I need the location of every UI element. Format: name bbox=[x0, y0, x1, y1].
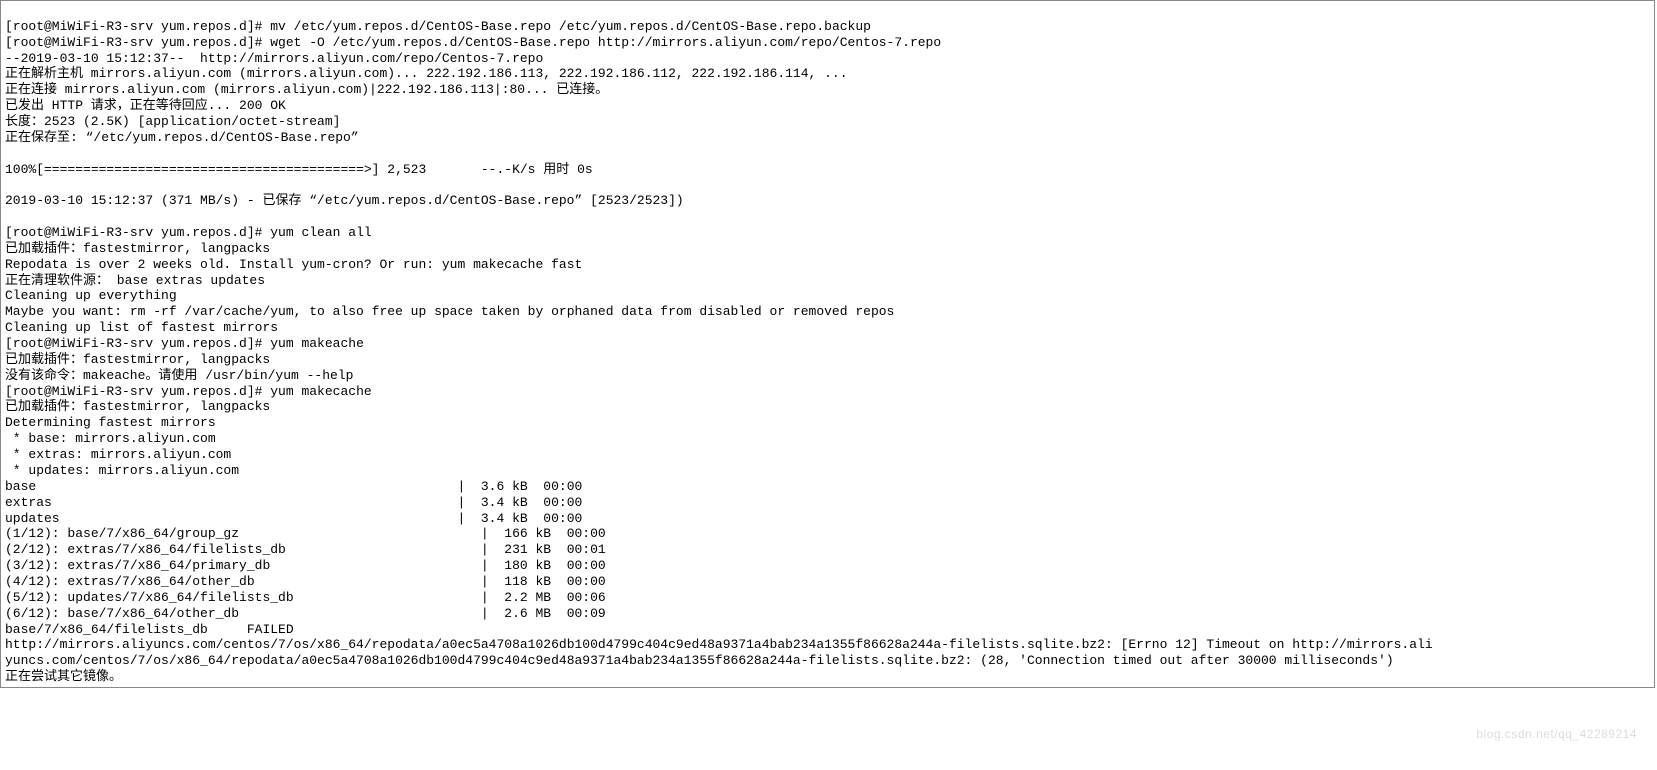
wget-output-line: 已发出 HTTP 请求，正在等待回应... 200 OK bbox=[5, 98, 286, 113]
wget-output-line: 正在连接 mirrors.aliyun.com (mirrors.aliyun.… bbox=[5, 82, 608, 97]
clean-output-line: Maybe you want: rm -rf /var/cache/yum, t… bbox=[5, 304, 894, 319]
watermark: blog.csdn.net/qq_42289214 bbox=[1476, 727, 1637, 742]
fail-line: base/7/x86_64/filelists_db FAILED bbox=[5, 622, 294, 637]
wget-progress: 100%[===================================… bbox=[5, 162, 593, 177]
prompt: [root@MiWiFi-R3-srv yum.repos.d]# bbox=[5, 19, 270, 34]
makeache-output-line: 已加载插件：fastestmirror, langpacks bbox=[5, 352, 270, 367]
prompt: [root@MiWiFi-R3-srv yum.repos.d]# bbox=[5, 384, 270, 399]
command-wget: wget -O /etc/yum.repos.d/CentOS-Base.rep… bbox=[270, 35, 941, 50]
clean-output-line: Repodata is over 2 weeks old. Install yu… bbox=[5, 257, 582, 272]
makecache-output-line: * extras: mirrors.aliyun.com bbox=[5, 447, 231, 462]
prompt: [root@MiWiFi-R3-srv yum.repos.d]# bbox=[5, 35, 270, 50]
makecache-output-line: Determining fastest mirrors bbox=[5, 415, 216, 430]
prompt: [root@MiWiFi-R3-srv yum.repos.d]# bbox=[5, 336, 270, 351]
fail-line: 正在尝试其它镜像。 bbox=[5, 669, 122, 684]
terminal[interactable]: [root@MiWiFi-R3-srv yum.repos.d]# mv /et… bbox=[0, 0, 1655, 688]
makecache-output-line: * updates: mirrors.aliyun.com bbox=[5, 463, 239, 478]
clean-output-line: Cleaning up everything bbox=[5, 288, 177, 303]
fail-line: http://mirrors.aliyuncs.com/centos/7/os/… bbox=[5, 637, 1433, 652]
clean-output-line: 正在清理软件源： base extras updates bbox=[5, 273, 265, 288]
wget-output-line: 正在解析主机 mirrors.aliyun.com (mirrors.aliyu… bbox=[5, 66, 848, 81]
wget-done: 2019-03-10 15:12:37 (371 MB/s) - 已保存 “/e… bbox=[5, 193, 684, 208]
command-mv: mv /etc/yum.repos.d/CentOS-Base.repo /et… bbox=[270, 19, 871, 34]
clean-output-line: 已加载插件：fastestmirror, langpacks bbox=[5, 241, 270, 256]
command-yum-clean: yum clean all bbox=[270, 225, 371, 240]
wget-output-line: --2019-03-10 15:12:37-- http://mirrors.a… bbox=[5, 51, 543, 66]
prompt: [root@MiWiFi-R3-srv yum.repos.d]# bbox=[5, 225, 270, 240]
wget-output-line: 正在保存至: “/etc/yum.repos.d/CentOS-Base.rep… bbox=[5, 130, 359, 145]
makecache-output-line: * base: mirrors.aliyun.com bbox=[5, 431, 216, 446]
makecache-output-line: 已加载插件：fastestmirror, langpacks bbox=[5, 399, 270, 414]
wget-output-line: 长度：2523 (2.5K) [application/octet-stream… bbox=[5, 114, 340, 129]
clean-output-line: Cleaning up list of fastest mirrors bbox=[5, 320, 278, 335]
download-rows: (1/12): base/7/x86_64/group_gz | 166 kB … bbox=[5, 526, 606, 620]
command-yum-makecache: yum makecache bbox=[270, 384, 371, 399]
command-yum-makeache: yum makeache bbox=[270, 336, 364, 351]
makeache-output-line: 没有该命令：makeache。请使用 /usr/bin/yum --help bbox=[5, 368, 353, 383]
repo-rows: base | 3.6 kB 00:00 extras | 3.4 kB 00:0… bbox=[5, 479, 582, 526]
fail-line: yuncs.com/centos/7/os/x86_64/repodata/a0… bbox=[5, 653, 1394, 668]
